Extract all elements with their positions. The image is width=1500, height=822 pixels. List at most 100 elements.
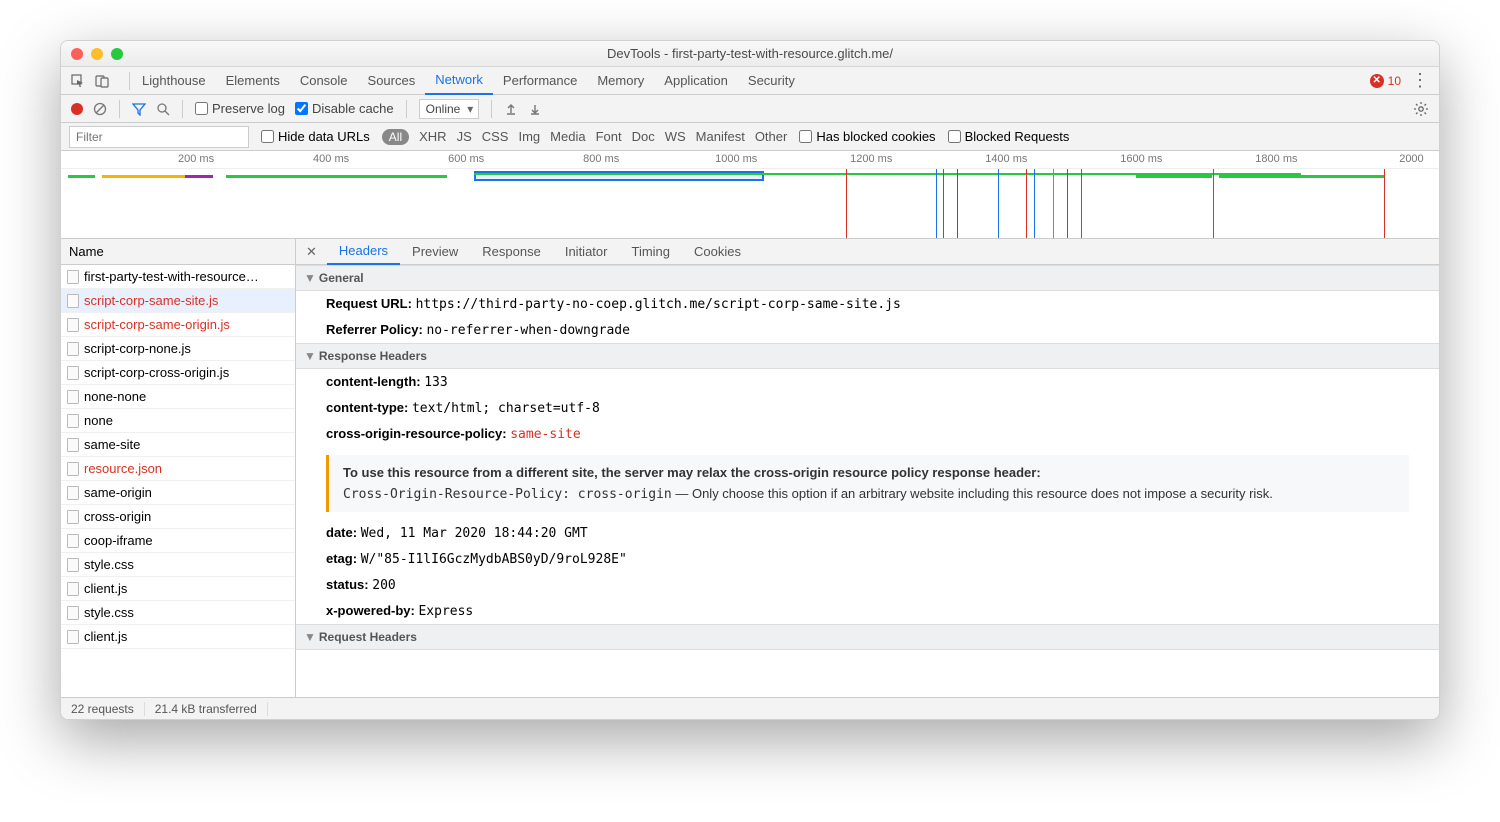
filter-chip-font[interactable]: Font — [596, 129, 622, 144]
filter-chip-manifest[interactable]: Manifest — [696, 129, 745, 144]
devtools-window: DevTools - first-party-test-with-resourc… — [60, 40, 1440, 720]
tab-sources[interactable]: Sources — [358, 67, 426, 95]
section-response-headers-header[interactable]: ▼Response Headers — [296, 343, 1439, 369]
request-name: same-site — [84, 437, 140, 452]
file-icon — [67, 294, 79, 308]
record-button[interactable] — [71, 103, 83, 115]
timeline-tick: 1000 ms — [715, 153, 757, 165]
filter-input[interactable] — [69, 126, 249, 148]
request-row[interactable]: script-corp-cross-origin.js — [61, 361, 295, 385]
request-row[interactable]: coop-iframe — [61, 529, 295, 553]
has-blocked-cookies-checkbox[interactable]: Has blocked cookies — [799, 129, 935, 144]
request-row[interactable]: client.js — [61, 577, 295, 601]
timeline-tick: 600 ms — [448, 153, 484, 165]
blocked-requests-checkbox[interactable]: Blocked Requests — [948, 129, 1070, 144]
settings-gear-icon[interactable] — [1413, 101, 1429, 117]
request-row[interactable]: script-corp-same-site.js — [61, 289, 295, 313]
detail-tab-cookies[interactable]: Cookies — [682, 239, 753, 265]
file-icon — [67, 606, 79, 620]
filter-chip-other[interactable]: Other — [755, 129, 788, 144]
etag-row: etag: W/"85-I1lI6GczMydbABS0yD/9roL928E" — [296, 546, 1439, 572]
inspect-element-icon[interactable] — [71, 74, 85, 88]
hide-data-urls-checkbox[interactable]: Hide data URLs — [261, 129, 370, 144]
upload-har-icon[interactable] — [504, 102, 518, 116]
file-icon — [67, 510, 79, 524]
detail-tab-initiator[interactable]: Initiator — [553, 239, 620, 265]
main-pane: Name first-party-test-with-resource… scri… — [61, 239, 1439, 697]
tab-network[interactable]: Network — [425, 67, 493, 95]
filter-chip-css[interactable]: CSS — [482, 129, 509, 144]
more-menu-icon[interactable]: ⋮ — [1411, 70, 1429, 91]
tab-security[interactable]: Security — [738, 67, 805, 95]
request-name: script-corp-same-site.js — [84, 293, 218, 308]
file-icon — [67, 558, 79, 572]
request-row[interactable]: none — [61, 409, 295, 433]
request-name: script-corp-none.js — [84, 341, 191, 356]
status-bar: 22 requests 21.4 kB transferred — [61, 697, 1439, 719]
close-details-icon[interactable]: ✕ — [296, 244, 327, 260]
detail-tabs: ✕ HeadersPreviewResponseInitiatorTimingC… — [296, 239, 1439, 265]
filter-chip-ws[interactable]: WS — [665, 129, 686, 144]
download-har-icon[interactable] — [528, 102, 542, 116]
request-row[interactable]: none-none — [61, 385, 295, 409]
request-row[interactable]: style.css — [61, 601, 295, 625]
timeline-tick: 800 ms — [583, 153, 619, 165]
preserve-log-checkbox[interactable]: Preserve log — [195, 101, 285, 116]
waterfall-overview[interactable]: 200 ms400 ms600 ms800 ms1000 ms1200 ms14… — [61, 151, 1439, 239]
section-general-header[interactable]: ▼General — [296, 265, 1439, 291]
request-name: client.js — [84, 629, 127, 644]
filter-chip-xhr[interactable]: XHR — [419, 129, 446, 144]
request-name: first-party-test-with-resource… — [84, 269, 259, 284]
request-row[interactable]: style.css — [61, 553, 295, 577]
request-row[interactable]: client.js — [61, 625, 295, 649]
detail-tab-response[interactable]: Response — [470, 239, 553, 265]
corp-explanation-callout: To use this resource from a different si… — [326, 455, 1409, 512]
request-row[interactable]: same-site — [61, 433, 295, 457]
request-name: none-none — [84, 389, 146, 404]
error-count-badge[interactable]: ✕ 10 — [1370, 74, 1401, 88]
detail-tab-preview[interactable]: Preview — [400, 239, 470, 265]
request-row[interactable]: script-corp-same-origin.js — [61, 313, 295, 337]
request-row[interactable]: resource.json — [61, 457, 295, 481]
detail-tab-headers[interactable]: Headers — [327, 239, 400, 265]
request-row[interactable]: same-origin — [61, 481, 295, 505]
filter-bar: Hide data URLs All XHR JS CSS Img Media Font Do… — [61, 123, 1439, 151]
tab-memory[interactable]: Memory — [587, 67, 654, 95]
file-icon — [67, 582, 79, 596]
request-row[interactable]: script-corp-none.js — [61, 337, 295, 361]
filter-chip-js[interactable]: JS — [457, 129, 472, 144]
device-toggle-icon[interactable] — [95, 74, 109, 88]
timeline-tick: 2000 — [1399, 153, 1423, 165]
date-row: date: Wed, 11 Mar 2020 18:44:20 GMT — [296, 520, 1439, 546]
error-icon: ✕ — [1370, 74, 1384, 88]
filter-chip-img[interactable]: Img — [518, 129, 540, 144]
filter-chip-all[interactable]: All — [382, 129, 409, 145]
filter-chip-media[interactable]: Media — [550, 129, 585, 144]
search-icon[interactable] — [156, 102, 170, 116]
request-list-header[interactable]: Name — [61, 239, 295, 265]
filter-toggle-icon[interactable] — [132, 102, 146, 116]
detail-content: ▼General Request URL: https://third-part… — [296, 265, 1439, 697]
clear-icon[interactable] — [93, 102, 107, 116]
filter-chip-doc[interactable]: Doc — [632, 129, 655, 144]
tab-performance[interactable]: Performance — [493, 67, 587, 95]
tab-application[interactable]: Application — [654, 67, 738, 95]
timeline-tick: 1400 ms — [985, 153, 1027, 165]
disable-cache-checkbox[interactable]: Disable cache — [295, 101, 394, 116]
tab-lighthouse[interactable]: Lighthouse — [132, 67, 216, 95]
status-requests: 22 requests — [61, 702, 145, 716]
throttling-select[interactable]: Online — [419, 99, 480, 119]
request-row[interactable]: cross-origin — [61, 505, 295, 529]
request-details-panel: ✕ HeadersPreviewResponseInitiatorTimingC… — [296, 239, 1439, 697]
file-icon — [67, 318, 79, 332]
request-name: same-origin — [84, 485, 152, 500]
section-request-headers-header[interactable]: ▼Request Headers — [296, 624, 1439, 650]
file-icon — [67, 342, 79, 356]
request-row[interactable]: first-party-test-with-resource… — [61, 265, 295, 289]
timeline-tick: 400 ms — [313, 153, 349, 165]
referrer-policy-row: Referrer Policy: no-referrer-when-downgr… — [296, 317, 1439, 343]
tab-console[interactable]: Console — [290, 67, 358, 95]
file-icon — [67, 366, 79, 380]
tab-elements[interactable]: Elements — [216, 67, 290, 95]
detail-tab-timing[interactable]: Timing — [619, 239, 682, 265]
